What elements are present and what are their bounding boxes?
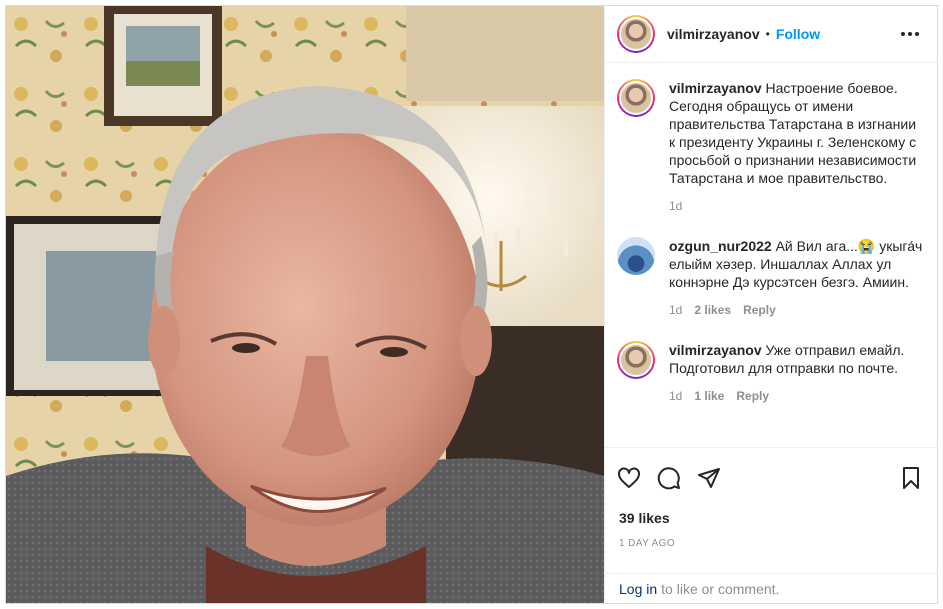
author-username[interactable]: vilmirzayanov (667, 26, 760, 42)
commenter-username[interactable]: vilmirzayanov (669, 342, 762, 358)
separator-dot: • (765, 27, 770, 41)
login-prompt-text: to like or comment. (661, 580, 780, 597)
likes-count[interactable]: 39 likes (605, 510, 937, 526)
comment-likes[interactable]: 1 like (694, 387, 724, 405)
action-bar (605, 447, 937, 507)
commenter-avatar[interactable] (617, 79, 655, 117)
comment-time[interactable]: 1d (669, 301, 682, 319)
login-link[interactable]: Log in (619, 581, 657, 597)
caption-item: vilmirzayanov Настроение боевое. Сегодня… (617, 79, 923, 215)
commenter-avatar[interactable] (617, 237, 655, 275)
post-side-panel: vilmirzayanov • Follow vilmirzayanov Нас… (604, 6, 937, 603)
comment-time[interactable]: 1d (669, 387, 682, 405)
commenter-username[interactable]: ozgun_nur2022 (669, 238, 772, 254)
reply-button[interactable]: Reply (743, 301, 776, 319)
more-options-icon[interactable] (897, 28, 923, 40)
comment-icon[interactable] (657, 466, 681, 490)
author-avatar[interactable] (617, 15, 655, 53)
comment-time[interactable]: 1d (669, 197, 682, 215)
post-photo[interactable] (6, 6, 604, 603)
heart-icon[interactable] (617, 466, 641, 490)
reply-button[interactable]: Reply (736, 387, 769, 405)
comments-list[interactable]: vilmirzayanov Настроение боевое. Сегодня… (605, 63, 937, 447)
post-frame: vilmirzayanov • Follow vilmirzayanov Нас… (5, 5, 938, 604)
comment-likes[interactable]: 2 likes (694, 301, 731, 319)
commenter-username[interactable]: vilmirzayanov (669, 80, 762, 96)
post-header: vilmirzayanov • Follow (605, 6, 937, 63)
bookmark-icon[interactable] (899, 466, 923, 490)
selfie-image (6, 6, 604, 603)
post-date[interactable]: 1 DAY AGO (605, 538, 937, 549)
list-item: vilmirzayanov Уже отправил емайл. Подгот… (617, 341, 923, 405)
follow-button[interactable]: Follow (776, 26, 820, 42)
commenter-avatar[interactable] (617, 341, 655, 379)
paper-plane-icon[interactable] (697, 466, 721, 490)
list-item: ozgun_nur2022 Ай Вил ага...😭 укыга́ч елы… (617, 237, 923, 319)
login-prompt: Log in to like or comment. (605, 573, 937, 603)
